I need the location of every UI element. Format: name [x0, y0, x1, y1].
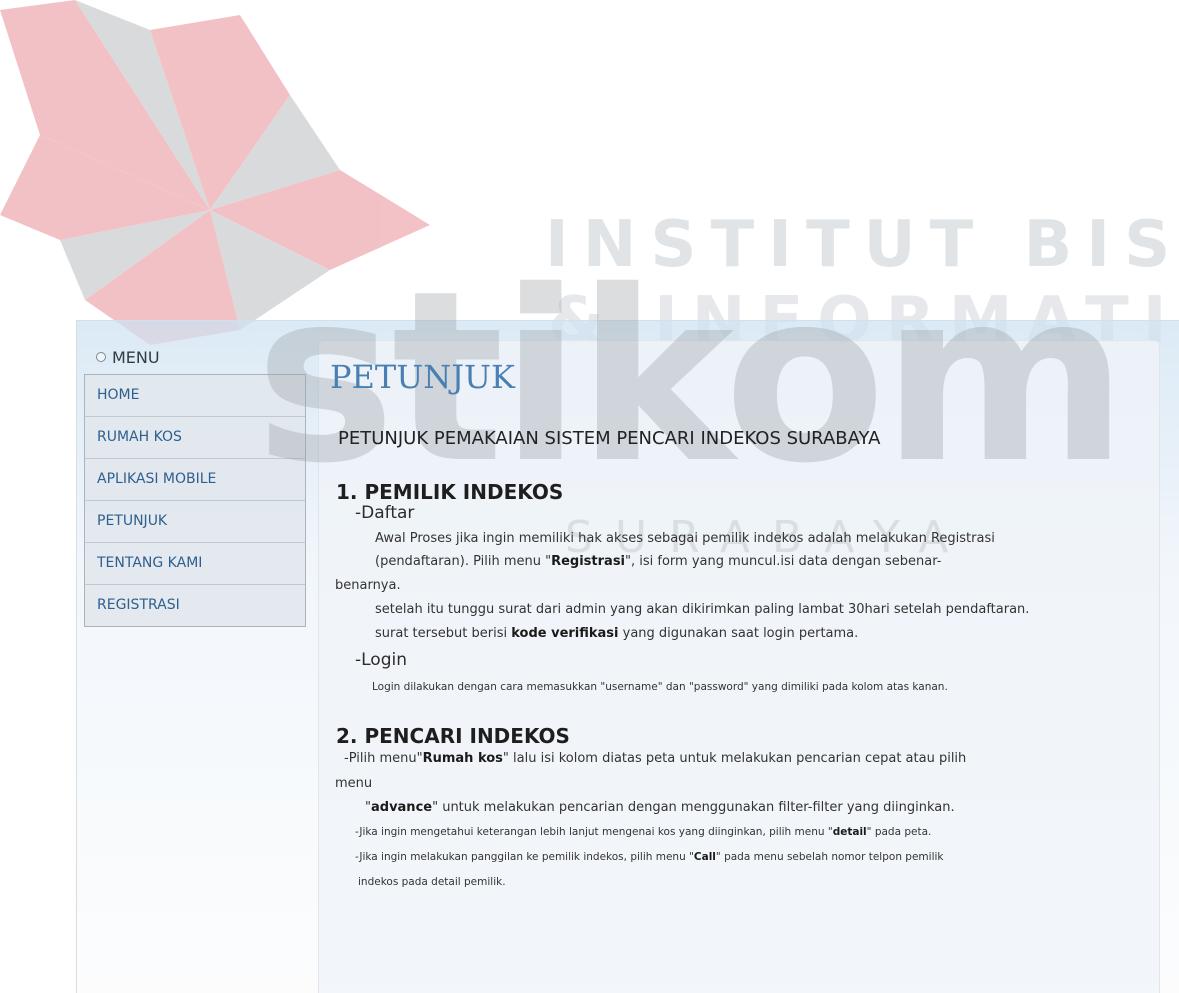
login-text: Login dilakukan dengan cara memasukkan "…: [372, 681, 948, 693]
pencari-line-1: -Pilih menu"Rumah kos" lalu isi kolom di…: [344, 751, 967, 766]
pencari-line-5: -Jika ingin melakukan panggilan ke pemil…: [355, 851, 944, 863]
page: INSTITUT BISNIS & INFORMATIKA MENU HOME …: [0, 0, 1179, 993]
daftar-heading: -Daftar: [355, 503, 415, 523]
sidebar-item-tentang-kami[interactable]: TENTANG KAMI: [85, 542, 305, 584]
detail-emphasis: detail: [832, 826, 867, 838]
daftar-line-1: Awal Proses jika ingin memiliki hak akse…: [375, 531, 995, 546]
login-heading: -Login: [355, 650, 407, 670]
radio-bullet-icon: [96, 352, 106, 362]
pencari-line-4: -Jika ingin mengetahui keterangan lebih …: [355, 826, 932, 838]
daftar-line-3: benarnya.: [335, 578, 401, 593]
advance-emphasis: advance: [370, 800, 433, 815]
page-title: PETUNJUK: [330, 358, 515, 396]
registrasi-emphasis: Registrasi: [551, 554, 626, 569]
daftar-line-5: surat tersebut berisi kode verifikasi ya…: [375, 626, 859, 641]
daftar-line-2: (pendaftaran). Pilih menu "Registrasi", …: [375, 554, 942, 569]
section-2-heading: 2. PENCARI INDEKOS: [336, 724, 570, 748]
section-1-heading: 1. PEMILIK INDEKOS: [336, 480, 564, 504]
pencari-line-3: "advance" untuk melakukan pencarian deng…: [365, 800, 955, 815]
rumah-kos-emphasis: Rumah kos: [422, 751, 503, 766]
menu-title-label: MENU: [112, 347, 160, 367]
call-emphasis: Call: [693, 851, 716, 863]
daftar-line-4: setelah itu tunggu surat dari admin yang…: [375, 602, 1030, 617]
pencari-line-2: menu: [335, 776, 373, 791]
sidebar-item-registrasi[interactable]: REGISTRASI: [85, 584, 305, 626]
kode-verifikasi-emphasis: kode verifikasi: [511, 626, 619, 641]
page-subtitle: PETUNJUK PEMAKAIAN SISTEM PENCARI INDEKO…: [338, 428, 881, 449]
pencari-line-6: indekos pada detail pemilik.: [358, 876, 506, 888]
